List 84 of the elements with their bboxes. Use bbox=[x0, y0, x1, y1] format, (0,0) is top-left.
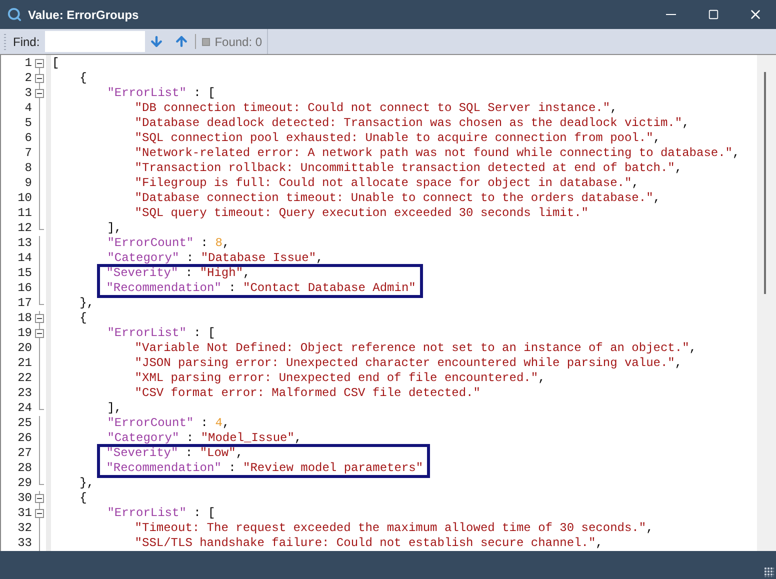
line-number: 18 bbox=[16, 311, 32, 326]
scrollbar[interactable] bbox=[757, 55, 776, 551]
fold-marker[interactable] bbox=[33, 506, 46, 521]
code-line: "Database connection timeout: Unable to connect to the orders database.", bbox=[134, 191, 660, 206]
code-line: "Network-related error: A network path was not found while connecting to database.", bbox=[134, 146, 740, 161]
code-line: "Timeout: The request exceeded the maximum allowed time of 30 seconds.", bbox=[134, 521, 654, 536]
code-line: "Recommendation" : "Review model parameters" bbox=[106, 461, 424, 476]
code-line: "ErrorCount" : 4, bbox=[107, 416, 230, 431]
square-icon bbox=[202, 38, 210, 46]
fold-marker[interactable] bbox=[33, 71, 46, 86]
line-number: 12 bbox=[16, 221, 32, 236]
arrow-down-icon[interactable] bbox=[148, 34, 164, 49]
line-number: 8 bbox=[24, 161, 32, 176]
code-line: ], bbox=[107, 221, 122, 236]
line-number: 2 bbox=[24, 71, 32, 86]
code-line: "Filegroup is full: Could not allocate space for object in database.", bbox=[134, 176, 639, 191]
line-number: 6 bbox=[24, 131, 32, 146]
line-number: 14 bbox=[16, 251, 32, 266]
line-number: 24 bbox=[16, 401, 32, 416]
code-line: "Recommendation" : "Contact Database Admin" bbox=[106, 281, 416, 296]
code-line: ], bbox=[107, 401, 122, 416]
line-number: 9 bbox=[24, 176, 32, 191]
code-line: "CSV format error: Malformed CSV file detected." bbox=[134, 386, 480, 401]
fold-marker[interactable] bbox=[33, 491, 46, 506]
code-line: "SQL query timeout: Query execution exceeded 30 seconds limit." bbox=[134, 206, 588, 221]
code-line: "ErrorList" : [ bbox=[107, 506, 216, 521]
line-number: 20 bbox=[16, 341, 32, 356]
code-line: "Variable Not Defined: Object reference not set to an instance of an object.", bbox=[134, 341, 696, 356]
code-line: "SQL connection pool exhausted: Unable to acquire connection from pool.", bbox=[134, 131, 660, 146]
line-number: 23 bbox=[16, 386, 32, 401]
line-number: 27 bbox=[16, 446, 32, 461]
line-number: 13 bbox=[16, 236, 32, 251]
code-line: "Severity" : "High", bbox=[106, 266, 250, 281]
window-title: Value: ErrorGroups bbox=[28, 6, 139, 24]
maximize-icon bbox=[708, 9, 718, 20]
line-number: 26 bbox=[16, 431, 32, 446]
line-number: 5 bbox=[24, 116, 32, 131]
line-number: 11 bbox=[16, 206, 32, 221]
code-line: "ErrorList" : [ bbox=[107, 86, 216, 101]
code-line: "Category" : "Model_Issue", bbox=[107, 431, 302, 446]
line-number: 17 bbox=[16, 296, 32, 311]
code-line: "ErrorCount" : 8, bbox=[107, 236, 230, 251]
find-label: Find: bbox=[13, 34, 40, 50]
code-line: [ bbox=[52, 56, 60, 71]
minimize-icon bbox=[666, 14, 676, 16]
code-line: "DB connection timeout: Could not connect to SQL Server instance.", bbox=[134, 101, 618, 116]
code-line: }, bbox=[80, 296, 94, 311]
line-number: 30 bbox=[16, 491, 32, 506]
line-number: 15 bbox=[16, 266, 32, 281]
fold-marker[interactable] bbox=[33, 311, 46, 326]
fold-marker[interactable] bbox=[33, 56, 46, 71]
code-line: { bbox=[80, 491, 87, 506]
code-line: "XML parsing error: Unexpected end of file encountered.", bbox=[134, 371, 546, 386]
line-number: 31 bbox=[16, 506, 32, 521]
line-number: 33 bbox=[16, 536, 32, 551]
code-line: }, bbox=[80, 476, 94, 491]
line-number: 28 bbox=[16, 461, 32, 476]
code-line: "Database deadlock detected: Transaction was chosen as the deadlock victim.", bbox=[134, 116, 690, 131]
line-number: 7 bbox=[24, 146, 32, 161]
code-line: "ErrorList" : [ bbox=[107, 326, 216, 341]
found-count: Found: 0 bbox=[214, 34, 262, 50]
find-input[interactable] bbox=[44, 31, 145, 52]
line-number: 4 bbox=[24, 101, 32, 116]
fold-marker[interactable] bbox=[33, 326, 46, 341]
line-number: 19 bbox=[16, 326, 32, 341]
code-line: "SSL/TLS handshake failure: Could not establish secure channel.", bbox=[134, 536, 603, 551]
line-number: 32 bbox=[16, 521, 32, 536]
code-line: "Severity" : "Low", bbox=[106, 446, 244, 461]
line-number: 25 bbox=[16, 416, 32, 431]
code-line: { bbox=[80, 311, 87, 326]
code-line: { bbox=[80, 71, 87, 86]
line-number: 22 bbox=[16, 371, 32, 386]
code-line: "JSON parsing error: Unexpected character encountered while parsing value.", bbox=[134, 356, 682, 371]
line-number: 1 bbox=[24, 56, 32, 71]
line-number: 3 bbox=[24, 86, 32, 101]
search-icon bbox=[7, 7, 22, 22]
code-line: "Category" : "Database Issue", bbox=[107, 251, 324, 266]
line-number: 21 bbox=[16, 356, 32, 371]
fold-marker[interactable] bbox=[33, 86, 46, 101]
resize-grip-icon[interactable] bbox=[764, 567, 774, 577]
code-line: "Transaction rollback: Uncommittable transaction detected at end of batch.", bbox=[134, 161, 682, 176]
line-number: 16 bbox=[16, 281, 32, 296]
line-number: 10 bbox=[16, 191, 32, 206]
line-number: 29 bbox=[16, 476, 32, 491]
